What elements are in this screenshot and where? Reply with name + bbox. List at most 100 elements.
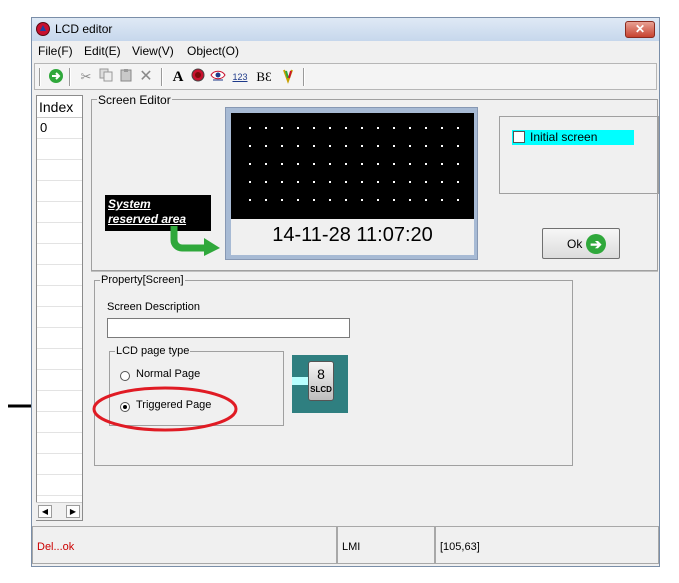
lcd-dot: [441, 127, 443, 129]
lcd-dot: [409, 127, 411, 129]
lcd-dot: [361, 199, 363, 201]
record-icon[interactable]: [189, 68, 207, 86]
lcd-dot: [393, 199, 395, 201]
lcd-clock-text: 14-11-28 11:07:20: [231, 219, 474, 255]
lcd-dot: [249, 181, 251, 183]
screen-description-field[interactable]: [107, 318, 350, 338]
lcd-dot: [265, 199, 267, 201]
lcd-dot: [361, 145, 363, 147]
lcd-dot: [377, 127, 379, 129]
lcd-dot: [265, 163, 267, 165]
list-item: [37, 286, 82, 307]
bitmap-icon[interactable]: BƐ: [255, 68, 273, 86]
lcd-dot: [313, 145, 315, 147]
lcd-dot: [329, 181, 331, 183]
toolbar-separator: [69, 68, 71, 86]
normal-page-label[interactable]: Normal Page: [136, 368, 200, 380]
lcd-dot: [313, 163, 315, 165]
status-mode: LMI: [337, 526, 435, 564]
list-item[interactable]: 0: [37, 118, 82, 139]
lcd-dot-grid: [231, 113, 474, 219]
menu-file[interactable]: File(F): [38, 44, 73, 58]
lcd-dot: [297, 163, 299, 165]
index-header: Index: [37, 96, 82, 118]
eye-icon[interactable]: [209, 68, 227, 86]
lcd-dot: [281, 145, 283, 147]
lcd-dot: [361, 163, 363, 165]
lcd-dot: [313, 199, 315, 201]
lcd-dot: [393, 181, 395, 183]
lcd-dot: [377, 163, 379, 165]
slcd-digit: 8: [317, 366, 325, 382]
close-icon: ✕: [634, 22, 646, 36]
lcd-dot: [297, 199, 299, 201]
lcd-dot: [265, 127, 267, 129]
lcd-dot: [457, 199, 459, 201]
annotation-ellipse: [92, 386, 238, 432]
lcd-dot: [457, 163, 459, 165]
lcd-dot: [441, 145, 443, 147]
lcd-dot: [409, 181, 411, 183]
list-item: [37, 265, 82, 286]
lcd-page-type-label: LCD page type: [115, 345, 191, 357]
index-list[interactable]: Index 0: [36, 95, 83, 521]
initial-screen-checkbox[interactable]: Initial screen: [512, 130, 634, 145]
checkbox-box[interactable]: [513, 131, 525, 143]
text-icon[interactable]: A: [169, 68, 187, 86]
lcd-dot: [361, 127, 363, 129]
lcd-preview[interactable]: 14-11-28 11:07:20: [225, 107, 478, 260]
divider: [91, 271, 658, 272]
paste-icon[interactable]: [117, 68, 135, 86]
menu-edit[interactable]: Edit(E): [84, 44, 121, 58]
lcd-dot: [409, 199, 411, 201]
lcd-dot: [409, 163, 411, 165]
ok-button[interactable]: Ok ➔: [542, 228, 620, 259]
lcd-dot: [425, 127, 427, 129]
toolbar: ✂ ✕ A 123 BƐ: [34, 63, 657, 90]
lcd-dot: [249, 163, 251, 165]
close-button[interactable]: ✕: [625, 21, 655, 38]
delete-icon[interactable]: ✕: [137, 68, 155, 86]
list-item: [37, 454, 82, 475]
numeric-icon[interactable]: 123: [229, 68, 251, 86]
lcd-dot: [441, 163, 443, 165]
ok-label: Ok: [567, 237, 583, 251]
lcd-dot: [297, 145, 299, 147]
pen-icon[interactable]: [279, 68, 297, 86]
menu-object[interactable]: Object(O): [187, 44, 239, 58]
lcd-dot: [345, 181, 347, 183]
lcd-dot: [377, 181, 379, 183]
lcd-dot: [393, 145, 395, 147]
index-scrollbar[interactable]: ◀ ▶: [36, 502, 82, 520]
copy-icon[interactable]: [97, 68, 115, 86]
lcd-dot: [329, 199, 331, 201]
exit-icon[interactable]: [47, 68, 65, 86]
lcd-dot: [393, 127, 395, 129]
list-item: [37, 328, 82, 349]
status-message-text: Del...ok: [37, 541, 75, 553]
menu-bar: File(F) Edit(E) View(V) Object(O): [32, 42, 659, 60]
menu-view[interactable]: View(V): [132, 44, 174, 58]
screen-editor-label: Screen Editor: [97, 93, 172, 107]
lcd-dot: [249, 145, 251, 147]
lcd-dot: [345, 127, 347, 129]
lcd-dot: [281, 163, 283, 165]
scroll-left-icon[interactable]: ◀: [38, 505, 52, 518]
lcd-dot: [425, 163, 427, 165]
list-item: [37, 475, 82, 496]
toolbar-separator: [161, 68, 163, 86]
green-arrow-icon: [170, 226, 220, 256]
lcd-dot: [377, 199, 379, 201]
lcd-dot: [297, 127, 299, 129]
lcd-dot: [329, 127, 331, 129]
slcd-plug: [292, 377, 308, 385]
arrow-right-icon: ➔: [586, 234, 606, 254]
lcd-dot: [345, 199, 347, 201]
lcd-dot: [281, 199, 283, 201]
lcd-dot: [297, 181, 299, 183]
list-item: [37, 433, 82, 454]
scroll-right-icon[interactable]: ▶: [66, 505, 80, 518]
normal-page-radio[interactable]: [120, 371, 130, 381]
cut-icon[interactable]: ✂: [77, 68, 95, 86]
list-item: [37, 349, 82, 370]
